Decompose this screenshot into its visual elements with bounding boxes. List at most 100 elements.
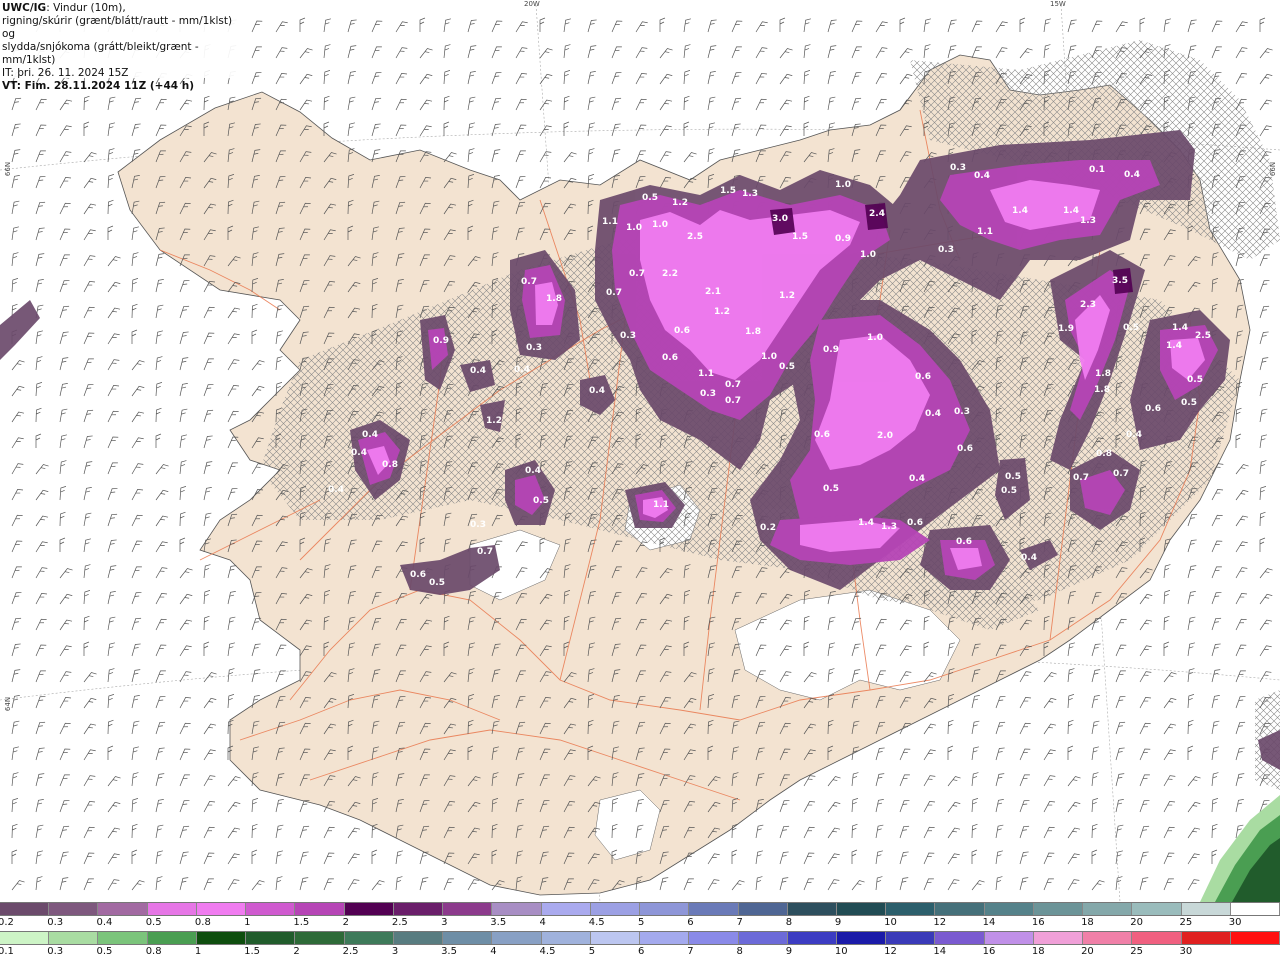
rain-legend: 0.1 0.3 0.5 0.8 1 1.5 2 2.5 3 3.5 4 4.5 5 6 7 8 9 10 12 14 1… [0, 931, 1280, 961]
legend-swatch [0, 932, 50, 944]
precip-value: 0.4 [1124, 170, 1140, 180]
precip-value: 0.4 [351, 448, 367, 458]
precip-value: 0.3 [470, 520, 486, 530]
legend-label: 0.4 [96, 917, 113, 928]
legend-label: 20 [1081, 946, 1094, 957]
precip-value: 0.4 [1126, 430, 1142, 440]
precip-value: 1.0 [626, 223, 642, 233]
legend-label: 8 [785, 917, 793, 928]
precip-value: 2.1 [705, 287, 721, 297]
legend-label: 0.3 [47, 917, 64, 928]
precip-value: 0.5 [823, 484, 839, 494]
lat-label-66n: 66N [4, 161, 13, 177]
legend-label: 2.5 [342, 946, 359, 957]
precip-value: 0.4 [589, 386, 605, 396]
legend-label: 1 [244, 917, 251, 928]
precip-value: 0.7 [1113, 469, 1129, 479]
precip-value: 0.6 [410, 570, 426, 580]
legend-swatch [984, 903, 1034, 915]
legend-label: 18 [1081, 917, 1094, 928]
precip-value: 0.5 [1005, 472, 1021, 482]
legend-label: 1.5 [244, 946, 261, 957]
legend-label: 0.8 [194, 917, 211, 928]
precip-value: 0.9 [823, 345, 839, 355]
precip-value: 0.5 [642, 193, 658, 203]
legend-label: 2.5 [391, 917, 408, 928]
legend-swatch [640, 932, 690, 944]
precip-value: 0.4 [1021, 553, 1037, 563]
precip-value: 2.0 [877, 431, 893, 441]
precip-value: 0.6 [956, 537, 972, 547]
legend-label: 4.5 [539, 946, 556, 957]
precip-value: 1.8 [546, 294, 562, 304]
legend-swatch [935, 932, 985, 944]
legend-swatch [886, 903, 936, 915]
precip-value: 0.4 [925, 409, 941, 419]
precip-value: 0.9 [835, 234, 851, 244]
legend-swatch [147, 932, 197, 944]
legend-swatch [836, 932, 887, 944]
info-panel: UWC/IG: Vindur (10m), rigning/skúrir (gr… [0, 0, 240, 92]
legend-label: 1 [194, 946, 202, 957]
precip-value: 0.8 [1096, 449, 1112, 459]
legend-swatch [196, 932, 247, 944]
legend-swatch [689, 903, 739, 915]
precip-value: 1.3 [742, 189, 758, 199]
legend-swatch [98, 903, 148, 915]
precip-value: 0.3 [700, 389, 716, 399]
precip-value: 1.0 [835, 180, 851, 190]
legend-swatch [984, 932, 1034, 944]
legend-swatch [1230, 903, 1280, 915]
legend-swatch [1230, 932, 1280, 944]
legend-label: 3.5 [441, 946, 457, 957]
legend-label: 2 [293, 946, 300, 957]
precip-value: 0.6 [957, 444, 973, 454]
precip-value: 0.5 [429, 578, 445, 588]
precip-value: 0.5 [1181, 398, 1197, 408]
legend-swatch [393, 932, 444, 944]
legend-label: 30 [1228, 917, 1242, 928]
precip-value: 0.6 [907, 518, 923, 528]
precip-value: 3.5 [1112, 276, 1128, 286]
legend-swatch [787, 932, 837, 944]
legend-label: 0.2 [0, 917, 14, 928]
lon-label-20w: 20W [524, 0, 540, 8]
precip-value: 0.4 [525, 466, 541, 476]
precip-value: 0.2 [760, 523, 776, 533]
precip-value: 0.3 [954, 407, 970, 417]
legend-label: 0.8 [145, 946, 162, 957]
legend-label: 25 [1179, 917, 1193, 928]
legend-label: 4 [490, 946, 497, 957]
legend-swatch [443, 903, 493, 915]
legend-swatch [640, 903, 690, 915]
legend-label: 7 [687, 946, 694, 957]
precip-value: 1.1 [602, 217, 618, 227]
precip-value: 0.7 [521, 277, 537, 287]
legend-label: 16 [982, 946, 996, 957]
legend-swatch [590, 932, 641, 944]
legend-label: 10 [834, 946, 848, 957]
precip-value: 1.3 [881, 522, 897, 532]
legend-swatch [49, 903, 99, 915]
precip-value: 0.9 [433, 336, 449, 346]
legend-label: 25 [1130, 946, 1144, 957]
legend-label: 8 [736, 946, 743, 957]
precip-value: 1.4 [1172, 323, 1188, 333]
precip-value: 1.2 [486, 416, 502, 426]
precip-value: 1.0 [761, 352, 777, 362]
precip-value: 1.4 [1166, 341, 1182, 351]
precip-value: 1.0 [652, 220, 668, 230]
precip-value: 0.7 [606, 288, 622, 298]
legend-swatch [98, 932, 148, 944]
precip-value: 0.4 [909, 474, 925, 484]
precip-value: 0.6 [674, 326, 690, 336]
legend-label: 10 [884, 917, 897, 928]
legend-swatch [590, 903, 641, 915]
legend-swatch [541, 932, 591, 944]
lat-label-66n-right: 66N [1269, 161, 1278, 177]
snow-legend: 0.2 0.3 0.4 0.5 0.8 1 1.5 2 2.5 3 3.5 4 4.5 5 6 7 8 9 10 12… [0, 902, 1280, 932]
precip-value: 0.6 [1145, 404, 1161, 414]
legend-label: 6 [638, 946, 645, 957]
legend-swatch [344, 903, 394, 915]
title-line3: slydda/snjókoma (grátt/bleikt/grænt - mm… [2, 41, 199, 66]
